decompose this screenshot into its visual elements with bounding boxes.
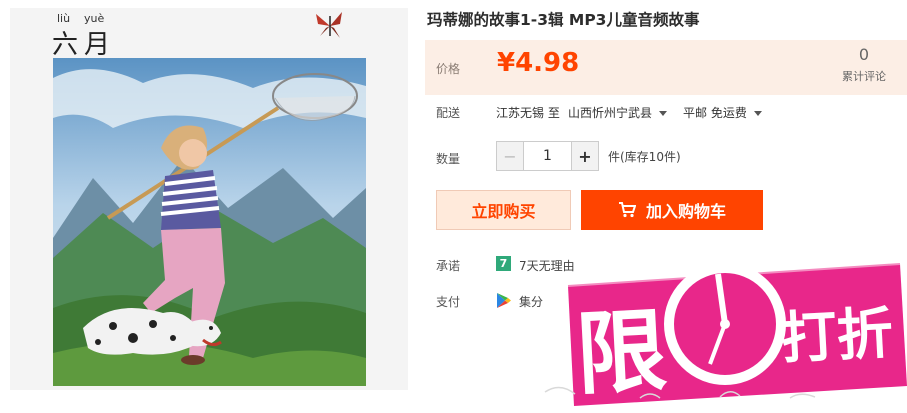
promise-label: 承诺 xyxy=(436,259,461,273)
delivery-destination-text: 山西忻州宁武县 xyxy=(568,106,653,120)
clock-icon xyxy=(664,263,786,385)
product-image-panel[interactable]: liù yuè 六月 xyxy=(10,8,408,390)
quantity-input[interactable]: 1 xyxy=(523,142,572,170)
quantity-label: 数量 xyxy=(436,152,461,166)
shipping-method-text: 平邮 免运费 xyxy=(683,106,747,120)
cart-icon xyxy=(618,202,636,218)
add-to-cart-label: 加入购物车 xyxy=(645,202,726,221)
product-title: 玛蒂娜的故事1-3辑 MP3儿童音频故事 xyxy=(427,11,700,29)
decorative-scribble xyxy=(544,386,816,399)
price-value: ¥4.98 xyxy=(497,48,580,78)
butterfly-icon xyxy=(316,12,342,38)
chevron-down-icon xyxy=(753,111,762,116)
delivery-destination-select[interactable]: 山西忻州宁武县 xyxy=(568,104,668,121)
buy-now-label: 立即购买 xyxy=(471,202,536,221)
price-panel: 价格 ¥4.98 0 累计评论 xyxy=(425,40,907,95)
chevron-down-icon xyxy=(659,111,668,116)
shipping-method-select[interactable]: 平邮 免运费 xyxy=(683,104,762,121)
price-label: 价格 xyxy=(436,62,461,76)
cover-month-title: 六月 xyxy=(52,30,117,60)
quantity-stepper[interactable]: − 1 + xyxy=(496,141,599,171)
badge-text-discount: 打折 xyxy=(779,301,894,372)
payment-text: 集分 xyxy=(519,295,544,309)
buy-now-button[interactable]: 立即购买 xyxy=(436,190,571,230)
increase-button[interactable]: + xyxy=(572,142,598,170)
review-count[interactable]: 0 xyxy=(859,45,869,64)
decrease-button[interactable]: − xyxy=(497,142,523,170)
stock-info: 件(库存10件) xyxy=(608,150,681,164)
payment-label: 支付 xyxy=(436,295,461,309)
delivery-from: 江苏无锡 至 xyxy=(496,106,560,120)
add-to-cart-button[interactable]: 加入购物车 xyxy=(581,190,763,230)
seven-day-return-icon: 7 xyxy=(496,256,511,271)
delivery-label: 配送 xyxy=(436,106,461,120)
cover-illustration xyxy=(53,58,366,386)
play-store-icon xyxy=(497,293,511,308)
girl-with-net-illustration xyxy=(53,58,366,386)
review-label[interactable]: 累计评论 xyxy=(842,68,886,84)
